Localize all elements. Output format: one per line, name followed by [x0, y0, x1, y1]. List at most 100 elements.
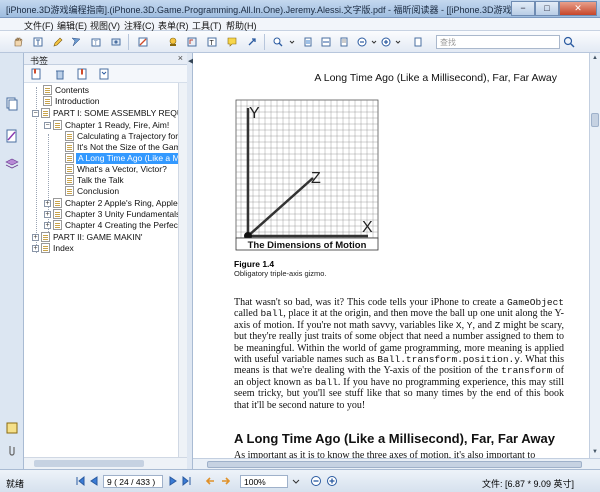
- search-icon[interactable]: [562, 35, 576, 49]
- search-input[interactable]: 查找: [436, 35, 560, 49]
- bookmark-tree: Contents Introduction − PART I: SOME ASS…: [24, 83, 178, 457]
- last-page-icon[interactable]: [181, 475, 193, 487]
- chevron-down-icon[interactable]: [290, 475, 302, 487]
- page-icon: [65, 164, 74, 174]
- page-icon: [53, 209, 62, 219]
- scroll-thumb[interactable]: [591, 113, 599, 127]
- page-icon: [65, 186, 74, 196]
- svg-text:T: T: [94, 41, 98, 47]
- document-view[interactable]: A Long Time Ago (Like a Millisecond), Fa…: [193, 53, 589, 458]
- bookmark-label: PART II: GAME MAKIN': [53, 232, 143, 242]
- comments-panel-icon[interactable]: [5, 129, 19, 143]
- expand-bookmark-icon[interactable]: [98, 68, 110, 80]
- actual-size-icon[interactable]: [336, 34, 352, 50]
- stamp-icon[interactable]: [165, 34, 181, 50]
- zoom-in-icon[interactable]: [326, 475, 338, 487]
- bookmarks-close-button[interactable]: ×: [178, 53, 183, 63]
- body-paragraph-continued: As important as it is to know the three …: [234, 450, 536, 458]
- close-button[interactable]: ✕: [559, 1, 597, 16]
- page-icon: [41, 243, 50, 253]
- typewriter-icon[interactable]: T: [88, 34, 104, 50]
- figure-banner: The Dimensions of Motion: [248, 240, 367, 251]
- section-heading: A Long Time Ago (Like a Millisecond), Fa…: [234, 431, 555, 446]
- document-scrollbar-vertical[interactable]: ▲ ▼: [589, 53, 600, 458]
- note-icon[interactable]: [224, 34, 240, 50]
- page-icon: [53, 198, 62, 208]
- expand-toggle[interactable]: +: [44, 211, 51, 218]
- page-icon: [65, 131, 74, 141]
- window-title: [iPhone.3D游戏编程指南].(iPhone.3D.Game.Progra…: [6, 5, 526, 15]
- attachments-panel-icon[interactable]: [5, 421, 19, 435]
- scroll-up-icon[interactable]: ▲: [590, 53, 600, 63]
- layers-panel-icon[interactable]: [5, 157, 19, 171]
- navigation-strip: [0, 53, 24, 469]
- bookmarks-scrollbar-horizontal[interactable]: [24, 457, 187, 469]
- hand-tool-icon[interactable]: [10, 34, 26, 50]
- scroll-thumb[interactable]: [34, 460, 144, 467]
- page-icon: [43, 96, 52, 106]
- bookmark-label: What's a Vector, Victor?: [77, 164, 167, 174]
- back-icon[interactable]: [204, 475, 216, 487]
- collapse-toggle[interactable]: −: [32, 110, 39, 117]
- delete-bookmark-icon[interactable]: [54, 68, 66, 80]
- expand-toggle[interactable]: +: [32, 245, 39, 252]
- page-icon: [41, 232, 50, 242]
- svg-text:T: T: [210, 40, 215, 47]
- x-axis-label: X: [362, 219, 373, 236]
- attachment-icon[interactable]: [184, 34, 200, 50]
- running-header: A Long Time Ago (Like a Millisecond), Fa…: [314, 72, 557, 84]
- bookmarks-scrollbar-vertical[interactable]: [178, 83, 187, 457]
- zoom-out-icon[interactable]: [310, 475, 322, 487]
- bookmark-label: Chapter 3 Unity Fundamentals: [65, 209, 178, 219]
- scroll-thumb[interactable]: [207, 461, 582, 468]
- page-number-input[interactable]: 9 ( 24 / 433 ): [103, 475, 163, 488]
- fit-page-icon[interactable]: [300, 34, 316, 50]
- screenshot-icon[interactable]: [108, 34, 124, 50]
- title-bar: [iPhone.3D游戏编程指南].(iPhone.3D.Game.Progra…: [0, 0, 600, 18]
- bookmark-label: Chapter 1 Ready, Fire, Aim!: [65, 120, 170, 130]
- maximize-button[interactable]: □: [535, 1, 559, 16]
- bookmark-label: Talk the Talk: [77, 175, 124, 185]
- z-axis-label: Z: [311, 170, 321, 187]
- minimize-button[interactable]: −: [511, 1, 535, 16]
- y-axis-label: Y: [249, 105, 260, 122]
- expand-toggle[interactable]: +: [32, 234, 39, 241]
- collapse-toggle[interactable]: −: [44, 122, 51, 129]
- snapshot-icon[interactable]: [68, 34, 84, 50]
- highlight-icon[interactable]: [135, 34, 151, 50]
- page-icon: [53, 220, 62, 230]
- bookmark-options-icon[interactable]: [30, 68, 42, 80]
- window-controls: − □ ✕: [511, 1, 597, 16]
- select-text-icon[interactable]: [30, 34, 46, 50]
- text-box-icon[interactable]: T: [204, 34, 220, 50]
- pages-panel-icon[interactable]: [5, 97, 19, 111]
- bookmarks-header: 书签 ×: [24, 53, 187, 66]
- expand-toggle[interactable]: +: [44, 222, 51, 229]
- bookmark-label: Introduction: [55, 96, 100, 106]
- page-icon: [65, 175, 74, 185]
- page-icon: [65, 153, 74, 163]
- figure-label: Figure 1.4: [234, 259, 275, 269]
- bookmark-label: Conclusion: [77, 186, 120, 196]
- bookmark-label: Contents: [55, 85, 90, 95]
- arrow-icon[interactable]: [244, 34, 260, 50]
- bookmark-label: Calculating a Trajectory for the: [77, 131, 178, 141]
- previous-page-icon[interactable]: [88, 475, 100, 487]
- first-page-icon[interactable]: [74, 475, 86, 487]
- zoom-select[interactable]: 100%: [240, 475, 288, 488]
- paperclip-icon[interactable]: [5, 443, 19, 457]
- document-size: 文件: [6.87 * 9.09 英寸]: [482, 479, 575, 489]
- forward-icon[interactable]: [220, 475, 232, 487]
- pencil-icon[interactable]: [50, 34, 66, 50]
- document-scrollbar-horizontal[interactable]: [193, 458, 600, 469]
- next-page-icon[interactable]: [167, 475, 179, 487]
- chevron-down-icon[interactable]: [284, 34, 300, 50]
- add-bookmark-icon[interactable]: [76, 68, 88, 80]
- expand-toggle[interactable]: +: [44, 200, 51, 207]
- scroll-down-icon[interactable]: ▼: [590, 447, 600, 457]
- chevron-down-icon[interactable]: [390, 34, 406, 50]
- bookmark-label: Chapter 2 Apple's Ring, Apple's Ro: [65, 198, 178, 208]
- bookmark-label: Index: [53, 243, 74, 253]
- rotate-icon[interactable]: [410, 34, 426, 50]
- fit-width-icon[interactable]: [318, 34, 334, 50]
